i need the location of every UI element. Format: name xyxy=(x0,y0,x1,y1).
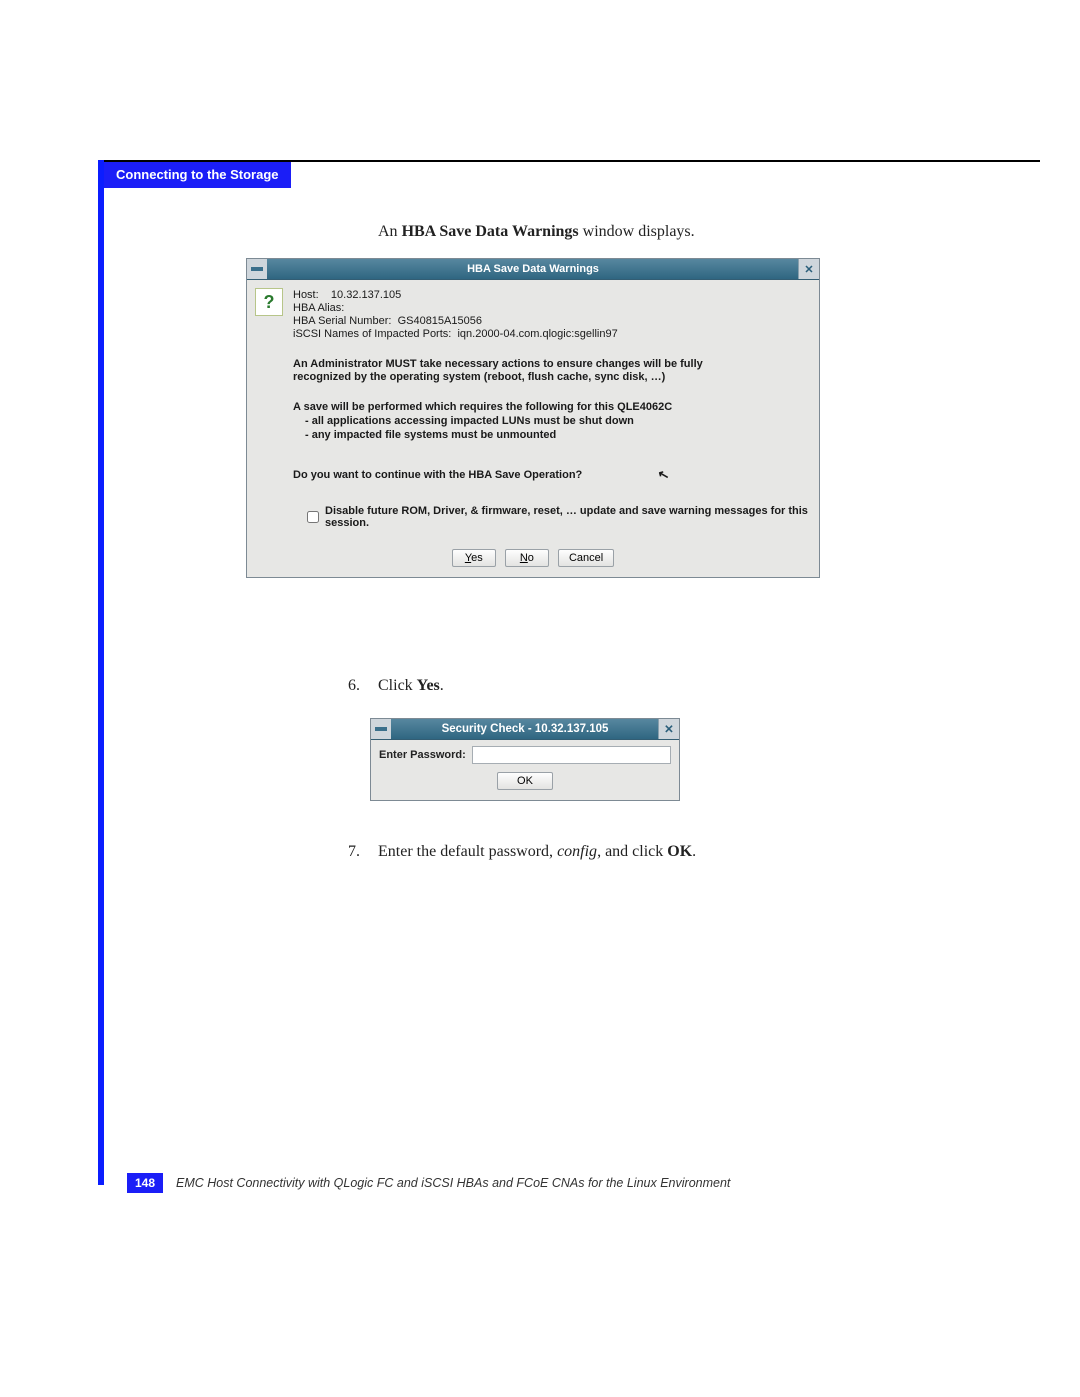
dialog2-titlebar: Security Check - 10.32.137.105 ✕ xyxy=(371,719,679,740)
intro-caption-bold: HBA Save Data Warnings xyxy=(402,223,579,240)
continue-question-text: Do you want to continue with the HBA Sav… xyxy=(293,469,582,481)
step6-bold: Yes xyxy=(417,677,440,694)
continue-question: Do you want to continue with the HBA Sav… xyxy=(293,469,809,481)
dialog1-button-row: Yes No Cancel xyxy=(247,549,819,577)
cancel-button[interactable]: Cancel xyxy=(558,549,614,567)
intro-caption: An HBA Save Data Warnings window display… xyxy=(378,220,918,245)
host-value: 10.32.137.105 xyxy=(331,289,401,301)
step6-number: 6. xyxy=(348,672,374,699)
dialog2-title: Security Check - 10.32.137.105 xyxy=(442,723,609,735)
dialog1-titlebar: HBA Save Data Warnings ✕ xyxy=(247,259,819,280)
dialog2-button-row: OK xyxy=(379,772,671,790)
admin-line1: An Administrator MUST take necessary act… xyxy=(293,358,809,370)
dialog1-title: HBA Save Data Warnings xyxy=(467,263,599,275)
step7-italic: config xyxy=(557,843,597,860)
step7-number: 7. xyxy=(348,838,374,865)
step7-bold: OK xyxy=(667,843,692,860)
dialog2-body: Enter Password: OK xyxy=(371,740,679,800)
yes-button[interactable]: Yes xyxy=(452,549,496,567)
step6-prefix: Click xyxy=(378,677,417,694)
close-icon[interactable]: ✕ xyxy=(798,259,819,279)
dialog1-body: ? Host: 10.32.137.105 HBA Alias: HBA Ser… xyxy=(247,280,819,549)
iscsi-label: iSCSI Names of Impacted Ports: xyxy=(293,328,451,340)
step6-suffix: . xyxy=(440,677,444,694)
page-number: 148 xyxy=(127,1173,163,1193)
intro-caption-block: An HBA Save Data Warnings window display… xyxy=(378,220,918,255)
step7-suffix: . xyxy=(692,843,696,860)
host-label: Host: xyxy=(293,289,319,301)
window-menu-icon[interactable] xyxy=(371,719,391,739)
document-page: Connecting to the Storage An HBA Save Da… xyxy=(0,0,1080,1397)
disable-warnings-row: Disable future ROM, Driver, & firmware, … xyxy=(307,505,809,529)
password-row: Enter Password: xyxy=(379,746,671,764)
cursor-icon: ↖ xyxy=(656,466,671,484)
window-menu-icon[interactable] xyxy=(247,259,267,279)
step7-line: 7. Enter the default password, config, a… xyxy=(348,838,908,865)
admin-line2: recognized by the operating system (rebo… xyxy=(293,371,809,383)
save-sub2: - any impacted file systems must be unmo… xyxy=(305,429,809,441)
yes-text: es xyxy=(471,552,483,564)
no-button[interactable]: No xyxy=(505,549,549,567)
save-line1: A save will be performed which requires … xyxy=(293,401,809,413)
dialog1-message: Host: 10.32.137.105 HBA Alias: HBA Seria… xyxy=(293,288,809,537)
password-label: Enter Password: xyxy=(379,749,466,761)
step7-block: 7. Enter the default password, config, a… xyxy=(348,822,908,881)
intro-caption-prefix: An xyxy=(378,223,402,240)
ok-button[interactable]: OK xyxy=(497,772,553,790)
serial-line: HBA Serial Number: GS40815A15056 xyxy=(293,315,809,327)
section-tab: Connecting to the Storage xyxy=(104,162,291,188)
serial-value: GS40815A15056 xyxy=(398,315,482,327)
left-spine xyxy=(98,160,104,1185)
save-sub1: - all applications accessing impacted LU… xyxy=(305,415,809,427)
step6-line: 6. Click Yes. xyxy=(348,672,908,699)
footer-title: EMC Host Connectivity with QLogic FC and… xyxy=(176,1173,1020,1193)
no-text: o xyxy=(528,552,534,564)
iscsi-line: iSCSI Names of Impacted Ports: iqn.2000-… xyxy=(293,328,809,340)
close-icon[interactable]: ✕ xyxy=(658,719,679,739)
step7-mid: , and click xyxy=(597,843,667,860)
step7-prefix: Enter the default password, xyxy=(378,843,557,860)
hba-alias-line: HBA Alias: xyxy=(293,302,809,314)
host-line: Host: 10.32.137.105 xyxy=(293,289,809,301)
iscsi-value: iqn.2000-04.com.qlogic:sgellin97 xyxy=(457,328,617,340)
hba-save-data-warnings-dialog: HBA Save Data Warnings ✕ ? Host: 10.32.1… xyxy=(246,258,820,578)
intro-caption-suffix: window displays. xyxy=(579,223,695,240)
disable-warnings-checkbox[interactable] xyxy=(307,511,319,523)
disable-warnings-label: Disable future ROM, Driver, & firmware, … xyxy=(325,505,809,529)
hba-alias-label: HBA Alias: xyxy=(293,302,344,314)
security-check-dialog: Security Check - 10.32.137.105 ✕ Enter P… xyxy=(370,718,680,801)
serial-label: HBA Serial Number: xyxy=(293,315,391,327)
question-icon: ? xyxy=(255,288,283,316)
password-input[interactable] xyxy=(472,746,671,764)
